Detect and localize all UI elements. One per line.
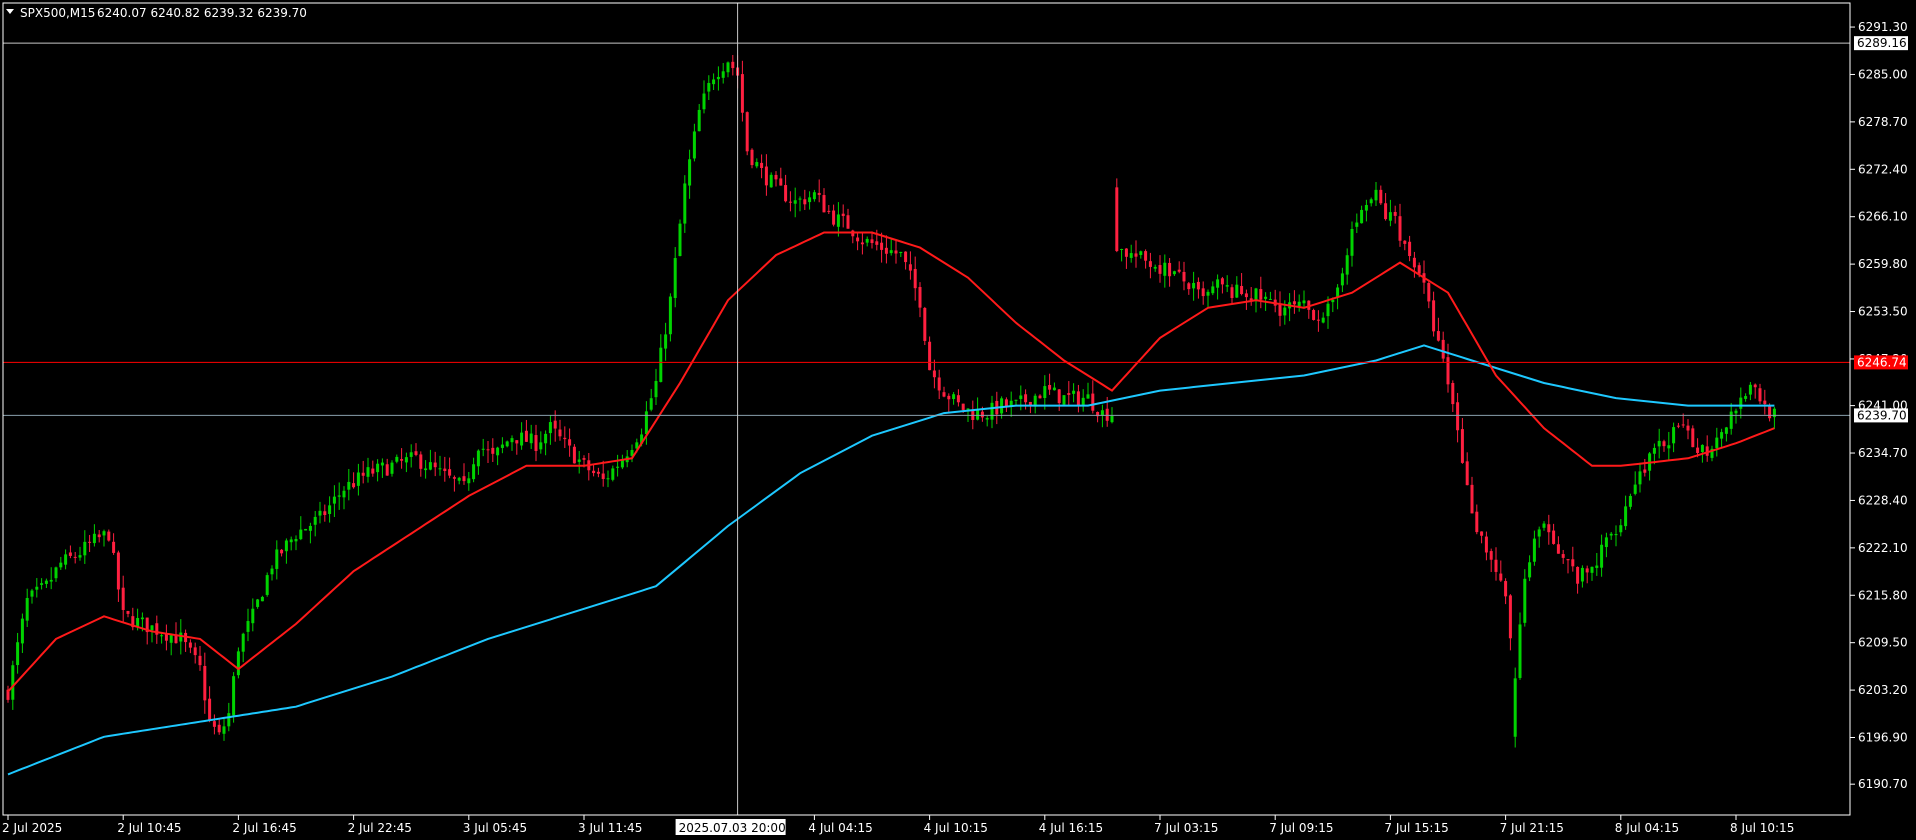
x-tick-label: 4 Jul 16:15: [1039, 821, 1103, 835]
candle: [923, 306, 927, 346]
symbol-label: SPX500,M15: [20, 6, 95, 20]
x-tick-label: 3 Jul 05:45: [463, 821, 527, 835]
y-tick-label: 6203.20: [1858, 683, 1908, 697]
y-tick-label: 6285.00: [1858, 67, 1908, 81]
y-tick-label: 6291.30: [1858, 20, 1908, 34]
y-tick-label: 6222.10: [1858, 541, 1908, 555]
x-tick-label: 2 Jul 2025: [2, 821, 62, 835]
candle: [572, 444, 576, 464]
x-tick-label: 7 Jul 15:15: [1384, 821, 1448, 835]
x-tick-label: 2 Jul 16:45: [232, 821, 296, 835]
candle: [1062, 395, 1066, 406]
candle: [232, 672, 236, 723]
x-tick-label: 7 Jul 09:15: [1269, 821, 1333, 835]
candle: [745, 111, 749, 156]
y-tick-label: 6278.70: [1858, 115, 1908, 129]
candle: [236, 647, 240, 679]
candle: [1312, 308, 1316, 321]
candle: [1513, 667, 1517, 748]
y-tick-label: 6253.50: [1858, 305, 1908, 319]
y-tick-label: 6215.80: [1858, 588, 1908, 602]
y-tick-label: 6234.70: [1858, 446, 1908, 460]
chart-background: [0, 0, 1916, 840]
candle: [265, 572, 269, 597]
x-tick-label: 7 Jul 03:15: [1154, 821, 1218, 835]
crosshair-price-tag: 6289.16: [1857, 36, 1907, 50]
x-tick-label: 4 Jul 10:15: [924, 821, 988, 835]
current-price-tag: 6239.70: [1857, 408, 1907, 422]
crosshair-time-tag: 2025.07.03 20:00: [679, 821, 786, 835]
x-tick-label: 8 Jul 10:15: [1730, 821, 1794, 835]
y-tick-label: 6190.70: [1858, 777, 1908, 791]
x-tick-label: 8 Jul 04:15: [1615, 821, 1679, 835]
y-tick-label: 6272.40: [1858, 162, 1908, 176]
y-tick-label: 6196.90: [1858, 731, 1908, 745]
y-tick-label: 6266.10: [1858, 210, 1908, 224]
x-tick-label: 2 Jul 22:45: [348, 821, 412, 835]
ohlc-values: 6240.07 6240.82 6239.32 6239.70: [97, 6, 307, 20]
x-tick-label: 4 Jul 04:15: [808, 821, 872, 835]
y-tick-label: 6228.40: [1858, 493, 1908, 507]
alert-price-tag: 6246.74: [1857, 355, 1907, 369]
candle: [1115, 178, 1119, 253]
y-tick-label: 6209.50: [1858, 636, 1908, 650]
candle: [304, 528, 308, 531]
y-tick-label: 6259.80: [1858, 257, 1908, 271]
x-tick-label: 3 Jul 11:45: [578, 821, 642, 835]
x-tick-label: 2 Jul 10:45: [117, 821, 181, 835]
x-tick-label: 7 Jul 21:15: [1500, 821, 1564, 835]
price-chart[interactable]: 6291.30 6285.00 6278.70 6272.40 6266.10 6259.…: [0, 0, 1916, 840]
candle: [678, 219, 682, 257]
candle: [1691, 425, 1695, 448]
